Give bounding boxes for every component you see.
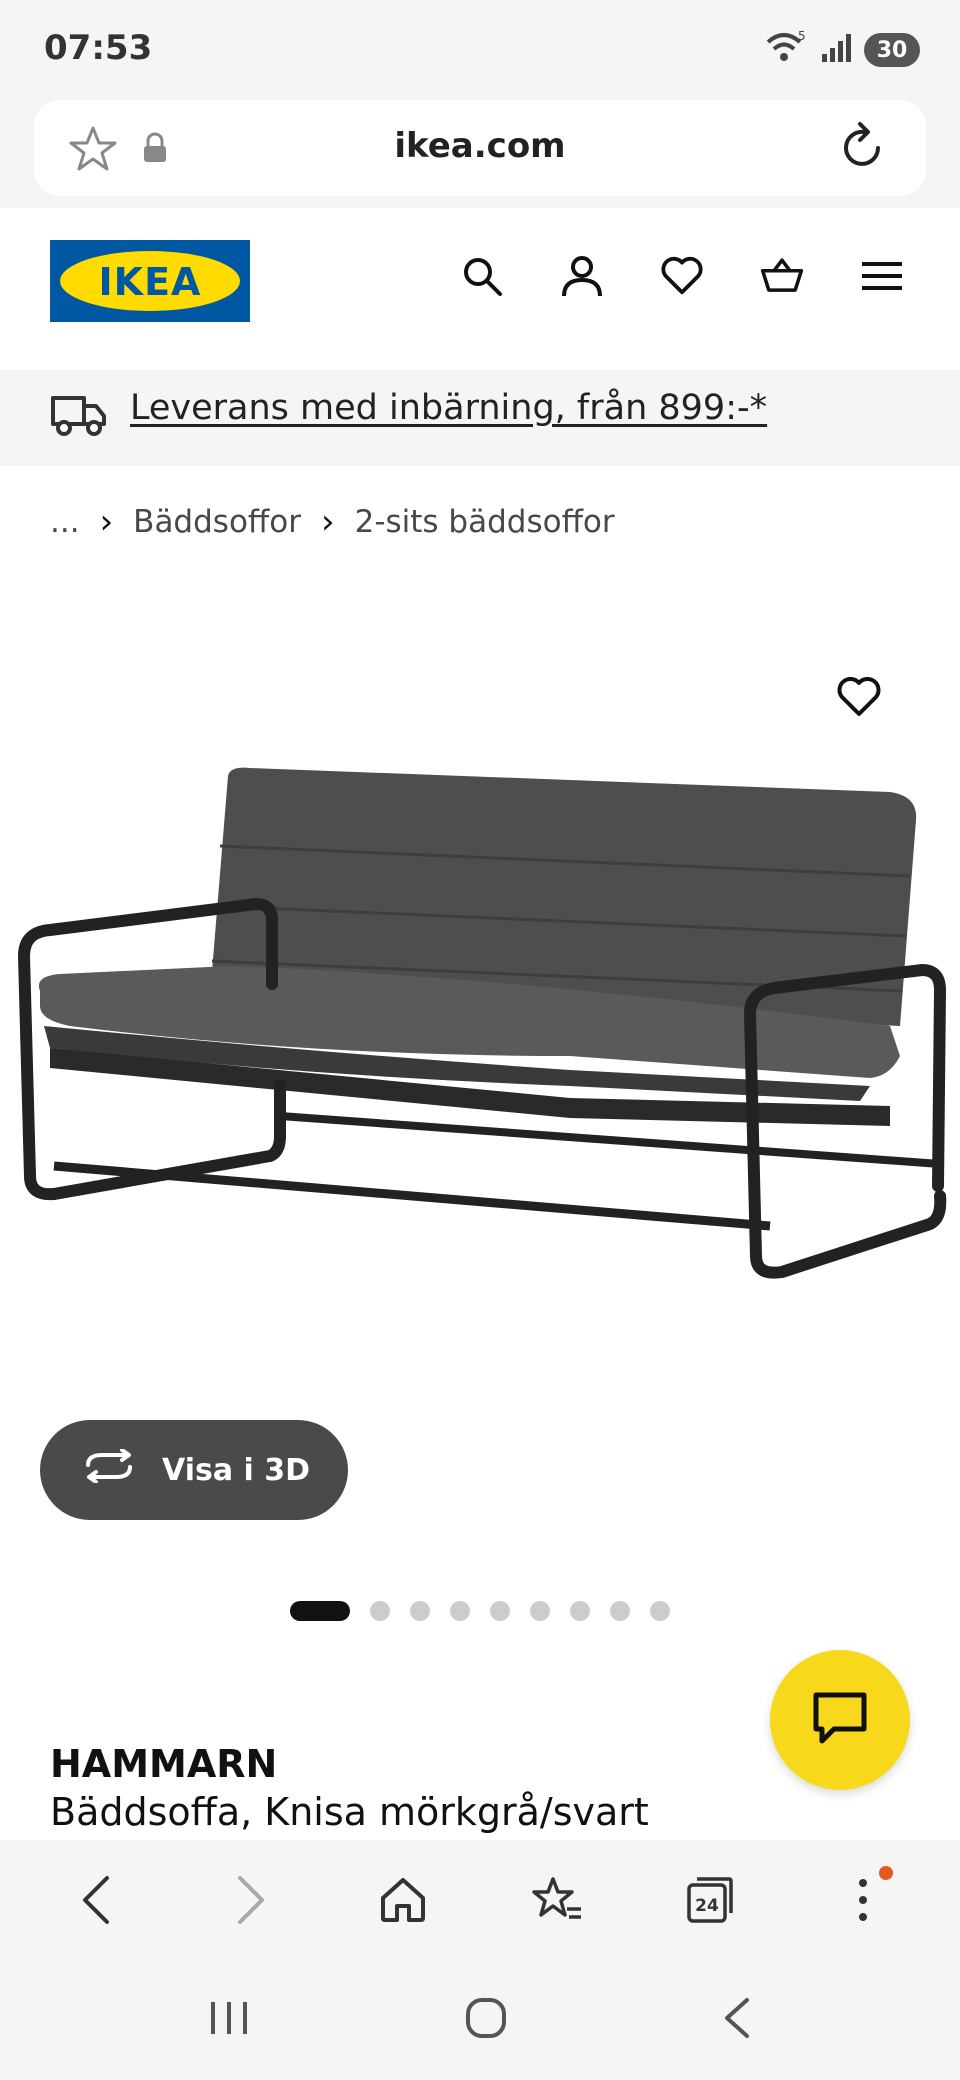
recent-apps-icon[interactable] (207, 1998, 251, 2042)
breadcrumb: ... › Bäddsoffor › 2-sits bäddsoffor (50, 502, 615, 542)
cart-basket-icon[interactable] (760, 254, 804, 298)
wifi-icon: 5 (764, 29, 808, 70)
breadcrumb-ellipsis[interactable]: ... (50, 504, 80, 540)
carousel-dot-active[interactable] (290, 1601, 350, 1621)
home-button-icon[interactable] (464, 1996, 508, 2044)
carousel-dot[interactable] (370, 1601, 390, 1621)
more-options-icon[interactable] (823, 1860, 903, 1940)
delivery-banner: Leverans med inbärning, från 899:-* (0, 370, 960, 466)
carousel-dot[interactable] (490, 1601, 510, 1621)
status-time: 07:53 (44, 28, 153, 68)
carousel-dot[interactable] (410, 1601, 430, 1621)
logo-text: IKEA (98, 260, 202, 304)
browser-toolbar: 24 (0, 1840, 960, 1960)
status-icons: 5 30 (764, 29, 920, 70)
view-in-3d-label: Visa i 3D (162, 1452, 311, 1488)
forward-icon[interactable] (210, 1860, 290, 1940)
status-bar: 07:53 5 30 (0, 0, 960, 100)
back-icon[interactable] (57, 1860, 137, 1940)
favorites-heart-icon[interactable] (660, 254, 704, 298)
reload-icon[interactable] (834, 120, 890, 180)
menu-hamburger-icon[interactable] (860, 254, 904, 298)
carousel-dot[interactable] (530, 1601, 550, 1621)
chevron-right-icon: › (99, 502, 114, 542)
bookmarks-icon[interactable] (517, 1860, 597, 1940)
delivery-truck-icon (50, 390, 108, 442)
home-icon[interactable] (363, 1860, 443, 1940)
carousel-dot[interactable] (650, 1601, 670, 1621)
chat-button[interactable] (770, 1650, 910, 1790)
account-icon[interactable] (560, 254, 604, 298)
ikea-logo[interactable]: IKEA (50, 240, 250, 322)
chevron-right-icon: › (320, 502, 335, 542)
rotate-3d-icon (82, 1448, 136, 1491)
notification-dot (879, 1866, 894, 1880)
battery-icon: 30 (864, 33, 920, 67)
carousel-dot[interactable] (450, 1601, 470, 1621)
add-to-favorites-heart-icon[interactable] (836, 676, 882, 722)
header-icons (460, 254, 904, 298)
product-page: ... › Bäddsoffor › 2-sits bäddsoffor Vis… (0, 466, 960, 1840)
carousel-indicator (290, 1601, 670, 1621)
url-text[interactable]: ikea.com (34, 126, 926, 166)
search-icon[interactable] (460, 254, 504, 298)
system-back-icon[interactable] (721, 1996, 753, 2044)
site-header: IKEA (0, 208, 960, 370)
svg-text:5: 5 (798, 30, 806, 43)
tab-count: 24 (695, 1896, 719, 1916)
tabs-icon[interactable]: 24 (670, 1860, 750, 1940)
signal-icon (820, 32, 852, 68)
view-in-3d-button[interactable]: Visa i 3D (40, 1420, 348, 1520)
product-name: HAMMARN (50, 1742, 278, 1786)
product-image[interactable] (10, 756, 950, 1396)
system-navigation-bar (0, 1960, 960, 2080)
chat-bubble-icon (812, 1691, 868, 1749)
address-bar[interactable]: ikea.com (34, 100, 926, 196)
breadcrumb-item[interactable]: Bäddsoffor (133, 504, 301, 540)
delivery-link[interactable]: Leverans med inbärning, från 899:-* (130, 388, 767, 428)
breadcrumb-item[interactable]: 2-sits bäddsoffor (355, 504, 615, 540)
product-description: Bäddsoffa, Knisa mörkgrå/svart (50, 1790, 649, 1834)
carousel-dot[interactable] (610, 1601, 630, 1621)
carousel-dot[interactable] (570, 1601, 590, 1621)
